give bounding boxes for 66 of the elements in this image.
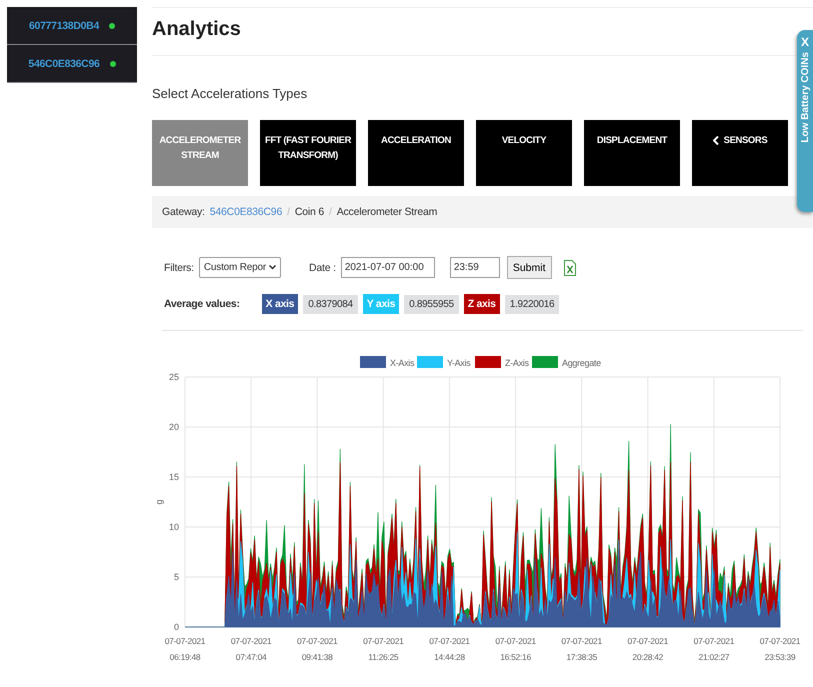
legend-item[interactable]: X-Axis — [360, 356, 414, 368]
average-value: 0.8379084 — [303, 294, 358, 314]
legend-item[interactable]: Aggregate — [532, 356, 601, 368]
type-button[interactable]: FFT (FAST FOURIER TRANSFORM) — [260, 120, 356, 186]
tick-label: 20 — [168, 422, 179, 432]
tick-label: 14:44:28 — [434, 652, 465, 662]
page-title: Analytics — [152, 18, 241, 41]
type-button[interactable]: ACCELEROMETER STREAM — [152, 120, 248, 186]
tick-label: 07-07-2021 — [363, 636, 404, 646]
tick-label: 21:02:27 — [698, 652, 730, 662]
date-label: Date : — [308, 262, 336, 274]
breadcrumb-label: Gateway: — [162, 206, 205, 218]
tick-label: 07-07-2021 — [230, 636, 272, 646]
side-tab-label: Low Battery COINs — [800, 52, 810, 143]
chevron-down-icon — [268, 265, 276, 270]
legend-item[interactable]: Y-Axis — [417, 356, 470, 368]
tick-label: 5 — [174, 572, 179, 582]
submit-button[interactable]: Submit — [506, 256, 552, 279]
date-field[interactable]: 2021-07-07 00:00 — [340, 257, 435, 278]
tick-label: 07-07-2021 — [296, 636, 338, 646]
tick-label: 06:19:48 — [170, 652, 200, 662]
axis-tag: X axis — [262, 294, 298, 314]
tick-label: 23:53:39 — [764, 652, 796, 662]
tick-label: 25 — [168, 372, 179, 382]
tick-label: 07-07-2021 — [694, 636, 734, 646]
tick-label: 09:41:38 — [302, 652, 333, 662]
breadcrumb-separator: / — [328, 206, 332, 218]
axis-label: g — [154, 500, 164, 504]
tick-label: 16:52:16 — [500, 652, 531, 662]
breadcrumb-separator: / — [287, 206, 290, 218]
breadcrumb-item: Coin 6 — [294, 206, 324, 218]
tick-label: 17:38:35 — [566, 652, 597, 662]
tick-label: 0 — [174, 622, 179, 632]
average-label: Average values: — [164, 298, 240, 310]
tick-label: 07-07-2021 — [561, 636, 602, 646]
type-button[interactable]: ACCELERATION — [368, 120, 464, 186]
average-value: 0.8955955 — [404, 294, 459, 314]
tick-label: 11:26:25 — [368, 652, 398, 662]
breadcrumb-link[interactable]: 546C0E836C96 — [210, 206, 282, 218]
legend-item[interactable]: Z-Axis — [475, 356, 529, 368]
device-id: 60777138D0B4 — [29, 20, 99, 32]
type-button[interactable]: SENSORS — [692, 120, 788, 186]
tick-label: 07:47:04 — [236, 652, 266, 662]
device-item[interactable]: 546C0E836C96 — [7, 45, 137, 83]
average-value: 1.9220016 — [504, 294, 560, 314]
tick-label: 07-07-2021 — [429, 636, 470, 646]
axis-tag: Y axis — [362, 294, 400, 314]
filter-select[interactable]: Custom Repor — [198, 257, 281, 278]
breadcrumb-item: Accelerometer Stream — [336, 206, 438, 218]
type-button[interactable]: DISPLACEMENT — [584, 120, 680, 186]
spreadsheet-icon[interactable] — [564, 260, 576, 276]
device-id: 546C0E836C96 — [28, 58, 100, 70]
section-label: Select Accelerations Types — [152, 86, 308, 101]
tick-label: 10 — [168, 522, 179, 532]
tick-label: 20:28:42 — [632, 652, 664, 662]
tick-label: 07-07-2021 — [760, 636, 800, 646]
type-button[interactable]: VELOCITY — [476, 120, 572, 186]
filters-label: Filters: — [164, 262, 194, 274]
time-field[interactable]: 23:59 — [450, 257, 500, 278]
tick-label: 15 — [168, 472, 179, 482]
tick-label: 07-07-2021 — [495, 636, 536, 646]
tick-label: 07-07-2021 — [164, 636, 206, 646]
axis-tag: Z axis — [464, 294, 500, 314]
chevron-left-icon — [712, 136, 719, 145]
tick-label: 07-07-2021 — [628, 636, 668, 646]
device-item[interactable]: 60777138D0B4 — [7, 7, 137, 45]
